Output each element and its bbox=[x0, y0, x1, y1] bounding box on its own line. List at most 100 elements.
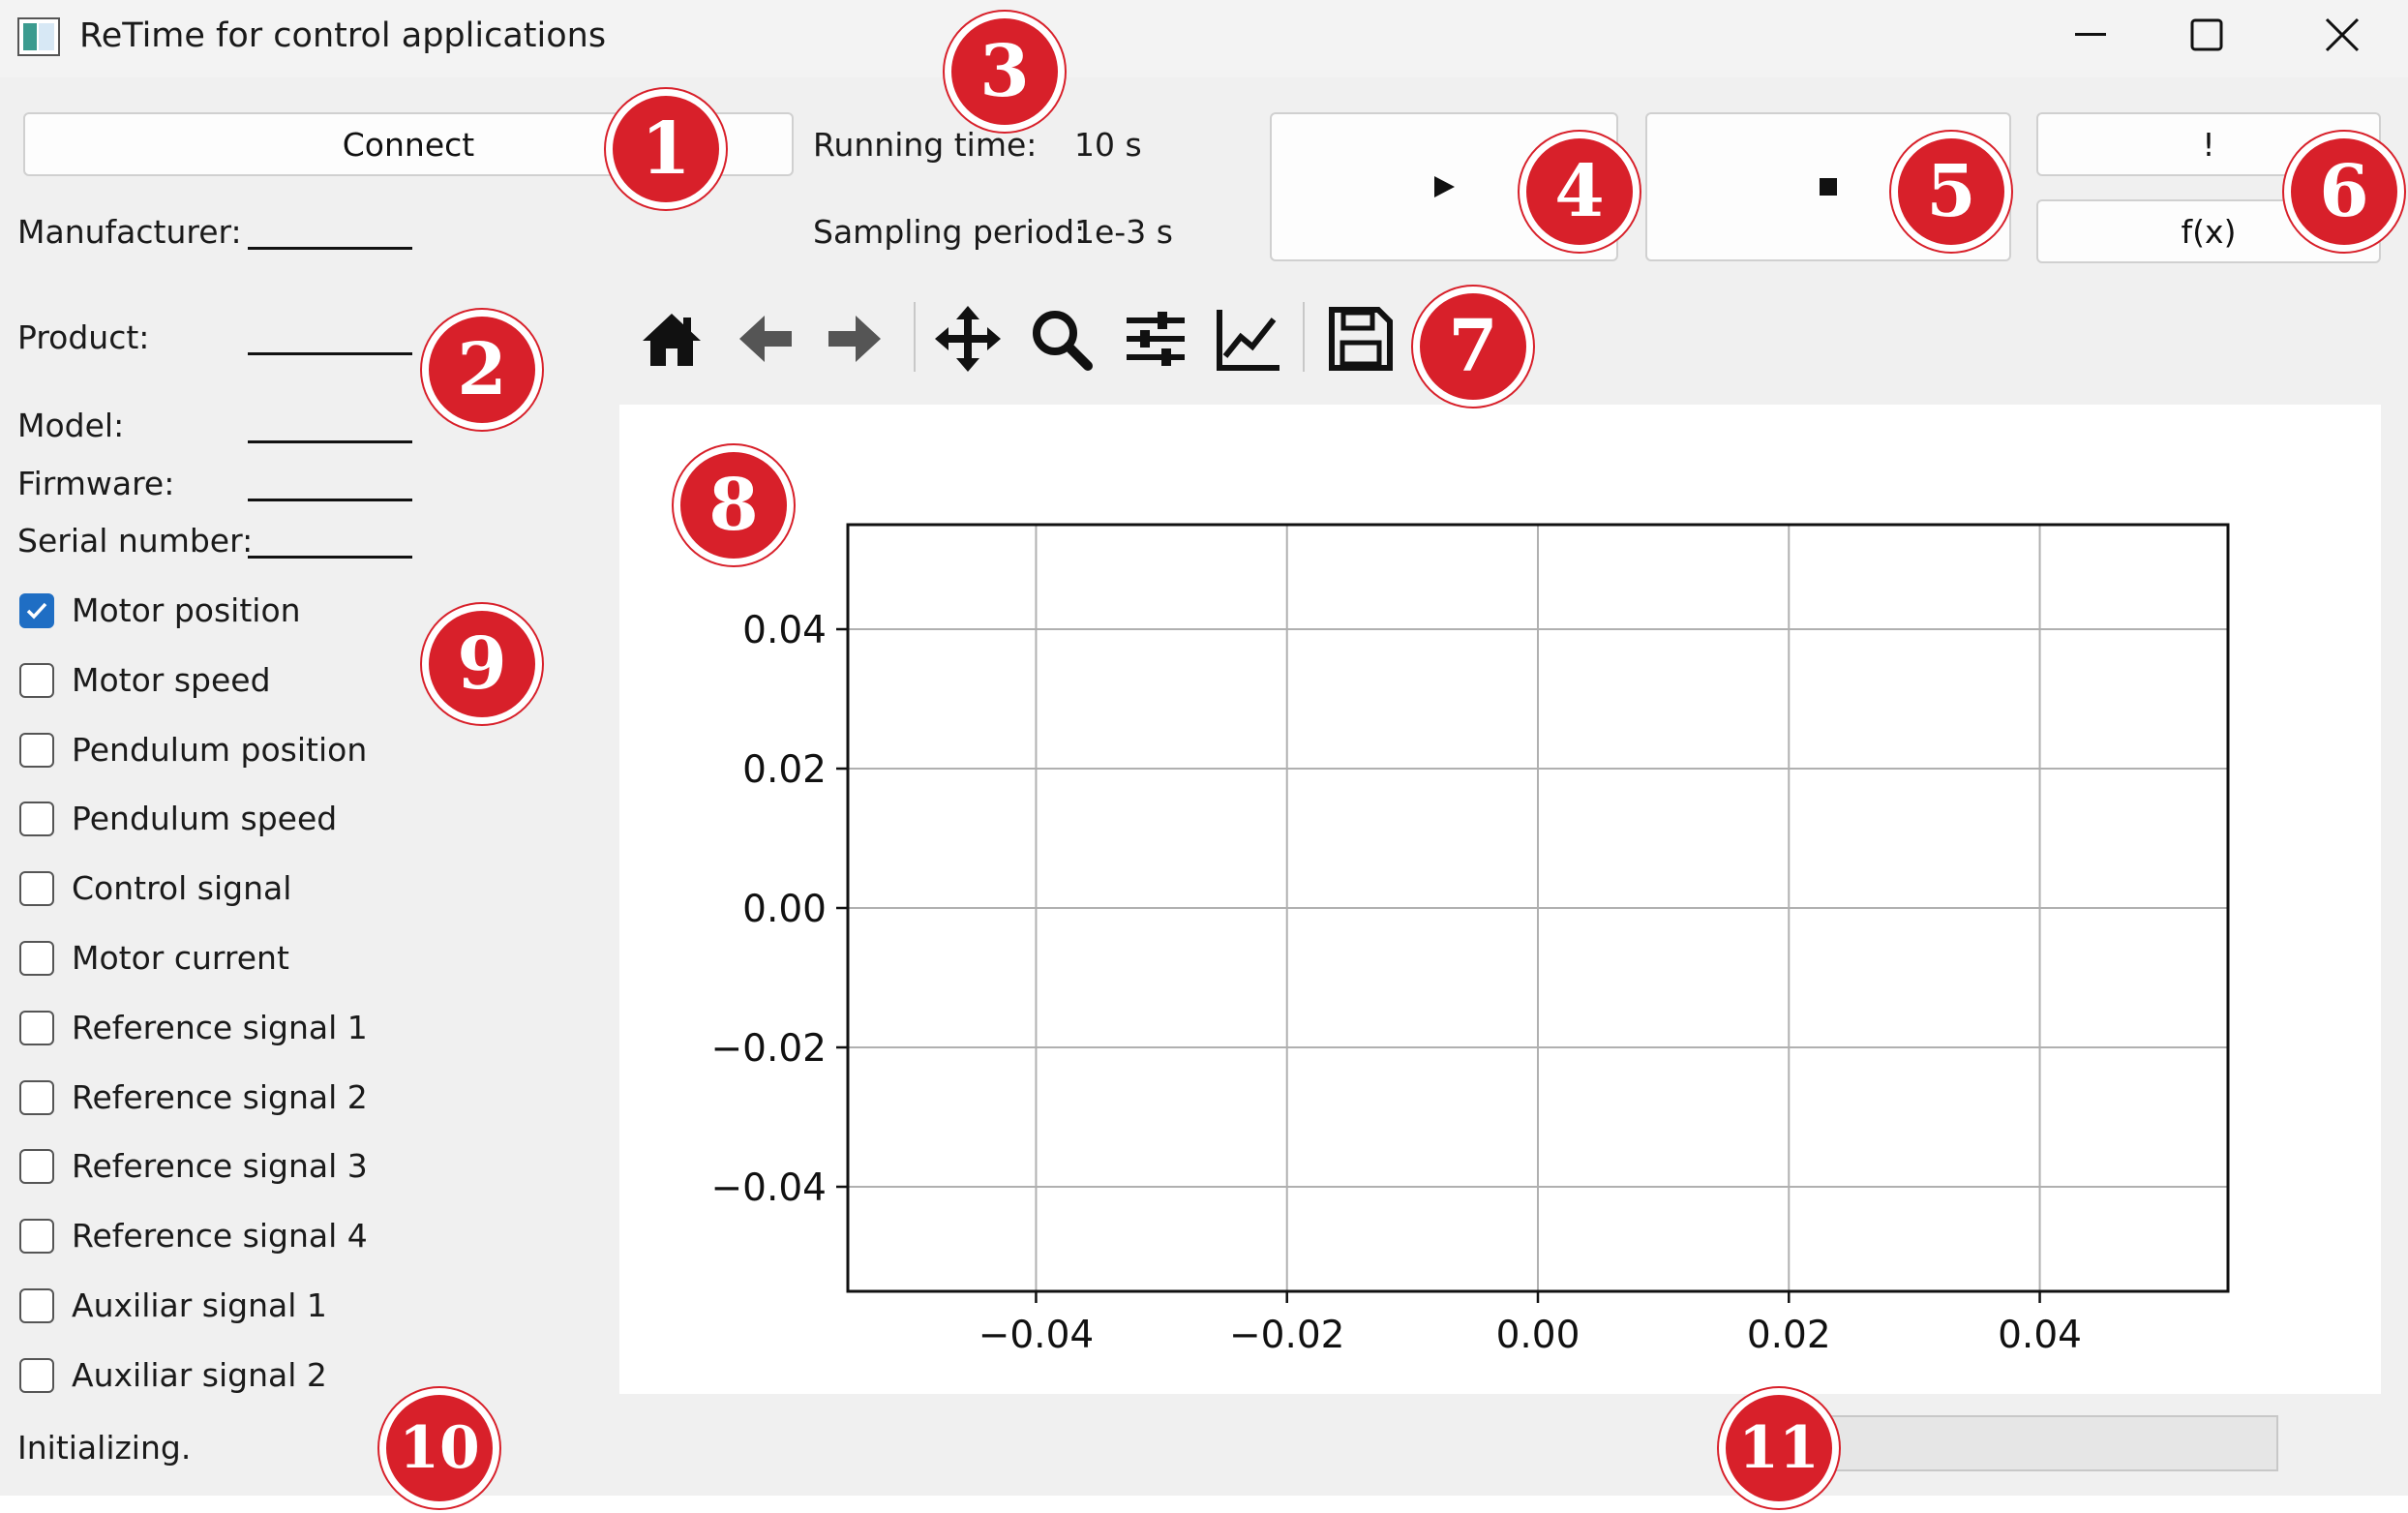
configure-subplots-icon bbox=[1127, 312, 1185, 366]
checkbox[interactable] bbox=[19, 733, 54, 768]
signal-checkbox-row[interactable]: Motor current bbox=[0, 934, 406, 983]
marker-8: 8 bbox=[674, 445, 794, 565]
configure-subplots-button[interactable] bbox=[1121, 304, 1190, 374]
chart[interactable]: −0.04 −0.02 0.00 0.02 0.04 0.04 0.02 0.00 −0.02 −… bbox=[619, 405, 2381, 1394]
window-title: ReTime for control applications bbox=[79, 16, 607, 55]
minimize-icon bbox=[2075, 33, 2106, 36]
signal-checkbox-row[interactable]: Auxiliar signal 1 bbox=[0, 1282, 406, 1330]
signal-label: Pendulum speed bbox=[72, 800, 338, 837]
signal-label: Pendulum position bbox=[72, 731, 368, 769]
checkbox[interactable] bbox=[19, 1080, 54, 1115]
checkbox[interactable] bbox=[19, 663, 54, 698]
y-tick-label: −0.02 bbox=[710, 1027, 827, 1071]
signal-label: Reference signal 4 bbox=[72, 1217, 368, 1255]
forward-button[interactable] bbox=[821, 304, 890, 374]
home-icon bbox=[643, 314, 701, 366]
x-tick-label: 0.00 bbox=[1496, 1314, 1580, 1357]
title-bar: ReTime for control applications bbox=[0, 0, 2408, 77]
firmware-label: Firmware: bbox=[17, 465, 175, 502]
y-tick-label: −0.04 bbox=[710, 1166, 827, 1210]
edit-axes-icon bbox=[1217, 310, 1279, 371]
plot-canvas[interactable]: −0.04 −0.02 0.00 0.02 0.04 0.04 0.02 0.00 −0.02 −… bbox=[619, 405, 2381, 1394]
function-label: f(x) bbox=[2181, 212, 2237, 251]
serial-number-label: Serial number: bbox=[17, 522, 254, 560]
home-button[interactable] bbox=[637, 304, 707, 374]
progress-bar bbox=[1791, 1415, 2278, 1471]
marker-4: 4 bbox=[1520, 132, 1640, 252]
signal-checkbox-row[interactable]: Motor position bbox=[0, 587, 406, 635]
back-button[interactable] bbox=[730, 304, 799, 374]
manufacturer-value bbox=[248, 247, 412, 250]
save-button[interactable] bbox=[1326, 304, 1396, 374]
firmware-value bbox=[248, 499, 412, 501]
x-tick-label: 0.02 bbox=[1747, 1314, 1831, 1357]
product-label: Product: bbox=[17, 318, 150, 356]
signal-label: Motor current bbox=[72, 939, 289, 977]
signal-label: Motor speed bbox=[72, 661, 271, 699]
signal-label: Motor position bbox=[72, 591, 301, 629]
edit-axes-button[interactable] bbox=[1214, 304, 1283, 374]
pan-button[interactable] bbox=[933, 304, 1003, 374]
running-time-label: Running time: bbox=[813, 126, 1038, 164]
back-arrow-icon bbox=[739, 316, 792, 362]
maximize-icon bbox=[2190, 18, 2223, 51]
signal-label: Auxiliar signal 1 bbox=[72, 1286, 327, 1324]
signal-checkbox-row[interactable]: Reference signal 4 bbox=[0, 1212, 406, 1260]
x-tick-label: −0.02 bbox=[1229, 1314, 1345, 1357]
signal-checkbox-row[interactable]: Pendulum position bbox=[0, 726, 406, 774]
signal-checkbox-row[interactable]: Motor speed bbox=[0, 656, 406, 705]
y-tick-label: 0.04 bbox=[742, 609, 827, 652]
sampling-period-label: Sampling period: bbox=[813, 213, 1086, 251]
marker-1: 1 bbox=[606, 89, 726, 209]
y-tick-label: 0.02 bbox=[742, 748, 827, 792]
app-icon bbox=[17, 17, 60, 56]
marker-7: 7 bbox=[1413, 287, 1533, 407]
signal-label: Control signal bbox=[72, 869, 292, 907]
forward-arrow-icon bbox=[828, 316, 881, 362]
sampling-period-value: 1e-3 s bbox=[1074, 213, 1173, 251]
checkbox[interactable] bbox=[19, 1149, 54, 1184]
checkbox[interactable] bbox=[19, 1219, 54, 1254]
checkbox[interactable] bbox=[19, 1288, 54, 1323]
manufacturer-label: Manufacturer: bbox=[17, 213, 242, 251]
zoom-button[interactable] bbox=[1026, 304, 1096, 374]
marker-11: 11 bbox=[1719, 1388, 1839, 1508]
checkmark-icon bbox=[26, 602, 47, 620]
marker-2: 2 bbox=[422, 310, 542, 430]
checkbox[interactable] bbox=[19, 1011, 54, 1045]
model-value bbox=[248, 440, 412, 443]
product-value bbox=[248, 352, 412, 355]
app-window: ReTime for control applications Connect … bbox=[0, 0, 2408, 1508]
checkbox-checked[interactable] bbox=[19, 593, 54, 628]
signal-checkbox-row[interactable]: Reference signal 2 bbox=[0, 1074, 406, 1122]
signal-checkbox-row[interactable]: Pendulum speed bbox=[0, 795, 406, 843]
connect-label: Connect bbox=[342, 125, 475, 164]
checkbox[interactable] bbox=[19, 802, 54, 836]
signal-label: Reference signal 2 bbox=[72, 1078, 368, 1116]
status-text: Initializing. bbox=[17, 1429, 192, 1467]
save-icon bbox=[1329, 307, 1393, 371]
minimize-button[interactable] bbox=[2032, 0, 2149, 72]
close-button[interactable] bbox=[2284, 0, 2400, 72]
signal-checkbox-row[interactable]: Control signal bbox=[0, 864, 406, 913]
signal-checkbox-row[interactable]: Reference signal 3 bbox=[0, 1142, 406, 1191]
stop-icon bbox=[1820, 178, 1837, 196]
marker-10: 10 bbox=[379, 1388, 499, 1508]
marker-6: 6 bbox=[2284, 132, 2404, 252]
checkbox[interactable] bbox=[19, 1358, 54, 1393]
marker-9: 9 bbox=[422, 604, 542, 724]
checkbox[interactable] bbox=[19, 871, 54, 906]
x-tick-label: −0.04 bbox=[978, 1314, 1095, 1357]
marker-3: 3 bbox=[945, 12, 1065, 132]
model-label: Model: bbox=[17, 407, 125, 444]
signal-checkbox-row[interactable]: Reference signal 1 bbox=[0, 1004, 406, 1052]
maximize-button[interactable] bbox=[2149, 0, 2265, 72]
alert-label: ! bbox=[2202, 125, 2215, 164]
signal-label: Reference signal 3 bbox=[72, 1147, 368, 1185]
y-tick-label: 0.00 bbox=[742, 888, 827, 931]
pan-icon bbox=[935, 306, 1001, 372]
signal-label: Auxiliar signal 2 bbox=[72, 1356, 327, 1394]
checkbox[interactable] bbox=[19, 941, 54, 976]
signal-checkbox-row[interactable]: Auxiliar signal 2 bbox=[0, 1351, 406, 1400]
marker-5: 5 bbox=[1891, 132, 2011, 252]
